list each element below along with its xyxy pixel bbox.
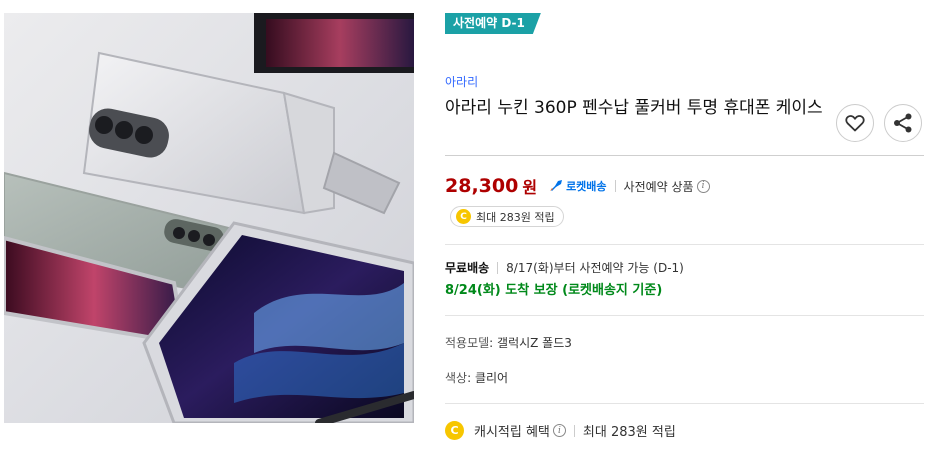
spec-model: 적용모델: 갤럭시Z 폴드3 [445, 336, 572, 350]
wishlist-button[interactable] [836, 104, 874, 142]
preorder-label: 사전예약 상품 [623, 179, 694, 194]
divider [445, 403, 924, 404]
reward-text: 최대 283원 적립 [476, 210, 555, 224]
info-icon[interactable]: i [552, 424, 566, 437]
cashback-value: 최대 283원 적립 [582, 425, 676, 440]
spec-value: 갤럭시Z 폴드3 [497, 336, 572, 350]
heart-icon [845, 115, 865, 132]
divider [445, 315, 924, 316]
price-value: 28,300 [445, 175, 519, 197]
arrival-guarantee: 8/24(화) 도착 보장 (로켓배송지 기준) [445, 283, 663, 298]
rocket-icon [550, 180, 563, 191]
price-unit: 원 [522, 178, 538, 197]
share-icon [894, 113, 912, 133]
product-image [4, 13, 414, 423]
divider [445, 244, 924, 245]
product-info-panel: 사전예약 D-1 아라리 아라리 누킨 360P 펜수납 풀커버 투명 휴대폰 … [445, 0, 925, 455]
divider [445, 155, 924, 156]
price-row: 28,300 원 로켓배송 사전예약 상품 i [445, 172, 710, 200]
shipping-schedule: 8/17(화)부터 사전예약 가능 (D-1) [506, 261, 684, 275]
rocket-delivery-badge: 로켓배송 [549, 178, 607, 194]
brand-link[interactable]: 아라리 [445, 73, 478, 90]
preorder-badge: 사전예약 D-1 [445, 13, 541, 34]
spec-value: 클리어 [474, 371, 509, 385]
spec-color: 색상: 클리어 [445, 371, 509, 385]
product-title: 아라리 누킨 360P 펜수납 풀커버 투명 휴대폰 케이스 [445, 98, 823, 118]
rocket-label: 로켓배송 [566, 180, 607, 193]
spec-label: 적용모델 [445, 336, 490, 350]
separator [614, 180, 616, 192]
coin-icon: C [456, 209, 471, 224]
coin-icon: C [445, 421, 464, 440]
shipping-label: 무료배송 [445, 261, 490, 275]
cashback-label: 캐시적립 혜택 [474, 425, 550, 440]
reward-pill: C 최대 283원 적립 [450, 206, 564, 227]
separator [497, 261, 499, 274]
separator [573, 424, 575, 437]
cashback-row: C 캐시적립 혜택 i 최대 283원 적립 [445, 421, 676, 440]
share-button[interactable] [884, 104, 922, 142]
shipping-row: 무료배송 8/17(화)부터 사전예약 가능 (D-1) [445, 259, 684, 276]
info-icon[interactable]: i [696, 179, 710, 193]
spec-label: 색상 [445, 371, 468, 385]
